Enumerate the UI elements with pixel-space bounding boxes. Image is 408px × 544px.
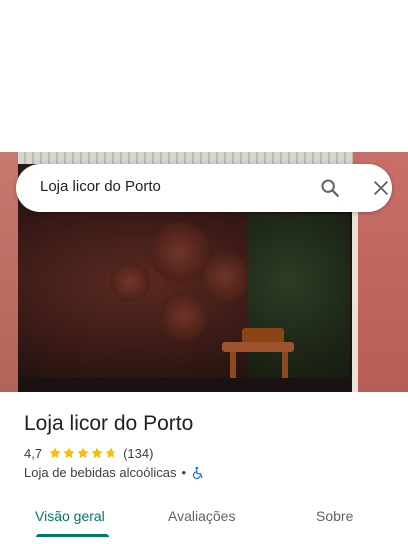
star-icon: [49, 447, 61, 458]
tab-overview[interactable]: Visão geral: [35, 508, 105, 524]
star-icon: [77, 447, 89, 458]
tab-about[interactable]: Sobre: [316, 508, 353, 524]
photo-plant-wall: [248, 214, 350, 384]
photo-door-frame: [352, 210, 358, 392]
rating-row[interactable]: 4,7 (134): [24, 445, 153, 461]
place-title: Loja licor do Porto: [24, 412, 194, 435]
star-icon: [63, 447, 75, 458]
photo-awning: [18, 152, 353, 164]
search-bar[interactable]: Loja licor do Porto: [16, 164, 392, 212]
rating-stars: [48, 446, 118, 460]
place-tabs: Visão geral Avaliações Sobre: [0, 496, 408, 544]
close-icon[interactable]: [369, 176, 393, 200]
tab-reviews[interactable]: Avaliações: [168, 508, 235, 524]
photo-barrel: [110, 262, 150, 302]
star-icon: [105, 447, 117, 458]
search-input[interactable]: Loja licor do Porto: [40, 178, 161, 195]
separator-dot: •: [181, 465, 187, 480]
rating-value: 4,7: [24, 445, 43, 461]
review-count[interactable]: (134): [123, 446, 153, 461]
star-icon: [91, 447, 103, 458]
category-row: Loja de bebidas alcoólicas •: [24, 465, 205, 480]
photo-barrel: [160, 292, 208, 340]
place-info-panel: Loja licor do Porto 4,7 (134) Loja de be…: [0, 392, 408, 544]
photo-floor: [18, 378, 352, 392]
search-icon[interactable]: [318, 176, 342, 200]
photo-table: [222, 342, 294, 352]
map-blank-area: [0, 0, 408, 152]
wheelchair-icon: [191, 466, 205, 480]
active-tab-indicator: [36, 534, 109, 537]
photo-barrel: [200, 252, 250, 302]
place-category: Loja de bebidas alcoólicas: [24, 465, 177, 480]
